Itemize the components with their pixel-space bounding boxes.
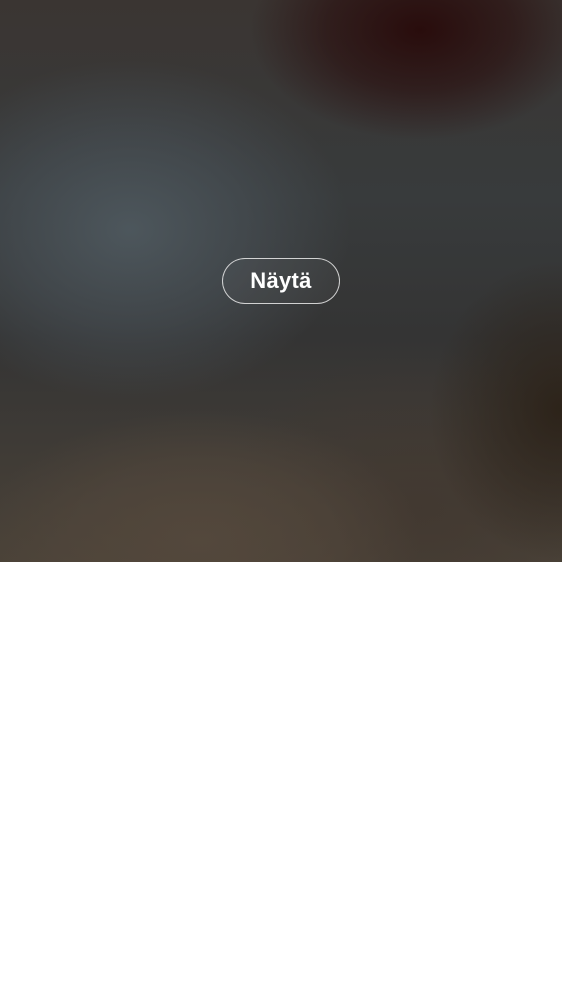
page: Näytä: [0, 0, 562, 1000]
show-media-button[interactable]: Näytä: [222, 258, 340, 304]
empty-content-area: [0, 562, 562, 1000]
blurred-media-preview: Näytä: [0, 0, 562, 562]
